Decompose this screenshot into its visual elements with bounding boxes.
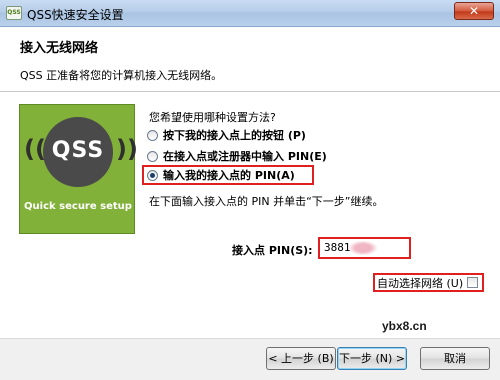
pin-redaction-blur	[349, 241, 377, 255]
next-button[interactable]: 下一步 (N) >	[337, 347, 407, 370]
qss-logo: (( )) QSS Quick secure setup	[19, 104, 138, 234]
page-subtitle: QSS 正准备将您的计算机接入无线网络。	[20, 69, 223, 82]
option-press-button[interactable]: 按下我的接入点上的按钮 (P)	[147, 127, 306, 143]
radio-button-icon[interactable]	[147, 150, 158, 162]
watermark-text: ybx8.cn	[382, 319, 427, 333]
page-title: 接入无线网络	[20, 41, 99, 56]
wizard-content: (( )) QSS Quick secure setup 您希望使用哪种设置方法…	[0, 93, 500, 338]
option-press-button-label: 按下我的接入点上的按钮 (P)	[163, 129, 306, 142]
back-button[interactable]: < 上一步 (B)	[266, 347, 336, 370]
option-enter-pin-registrar[interactable]: 在接入点或注册器中输入 PIN(E)	[147, 148, 327, 164]
close-button[interactable]: ✕	[454, 2, 494, 20]
radio-button-icon[interactable]	[147, 129, 158, 141]
setup-method-question: 您希望使用哪种设置方法?	[149, 111, 276, 124]
window-title: QSS快速安全设置	[27, 8, 124, 22]
qss-logo-caption: Quick secure setup	[24, 201, 132, 212]
cancel-button[interactable]: 取消	[420, 347, 490, 370]
selected-option-highlight	[142, 165, 314, 185]
wizard-header: 接入无线网络 QSS 正准备将您的计算机接入无线网络。	[0, 27, 500, 92]
pin-field-label: 接入点 PIN(S):	[232, 244, 313, 257]
title-bar[interactable]: QSS QSS快速安全设置 ✕	[0, 0, 500, 27]
qss-logo-text: QSS	[51, 138, 105, 163]
auto-select-network-option[interactable]: 自动选择网络 (U)	[373, 273, 484, 292]
option-enter-pin-registrar-label: 在接入点或注册器中输入 PIN(E)	[163, 150, 327, 163]
pin-instruction-text: 在下面输入接入点的 PIN 并单击“下一步”继续。	[149, 195, 384, 208]
auto-select-network-label: 自动选择网络 (U)	[377, 276, 464, 290]
qss-app-icon: QSS	[6, 6, 22, 20]
qss-setup-window: QSS QSS快速安全设置 ✕ 接入无线网络 QSS 正准备将您的计算机接入无线…	[0, 0, 500, 380]
wizard-footer: < 上一步 (B) 下一步 (N) > 取消	[0, 338, 500, 380]
auto-select-network-checkbox[interactable]	[467, 277, 479, 288]
